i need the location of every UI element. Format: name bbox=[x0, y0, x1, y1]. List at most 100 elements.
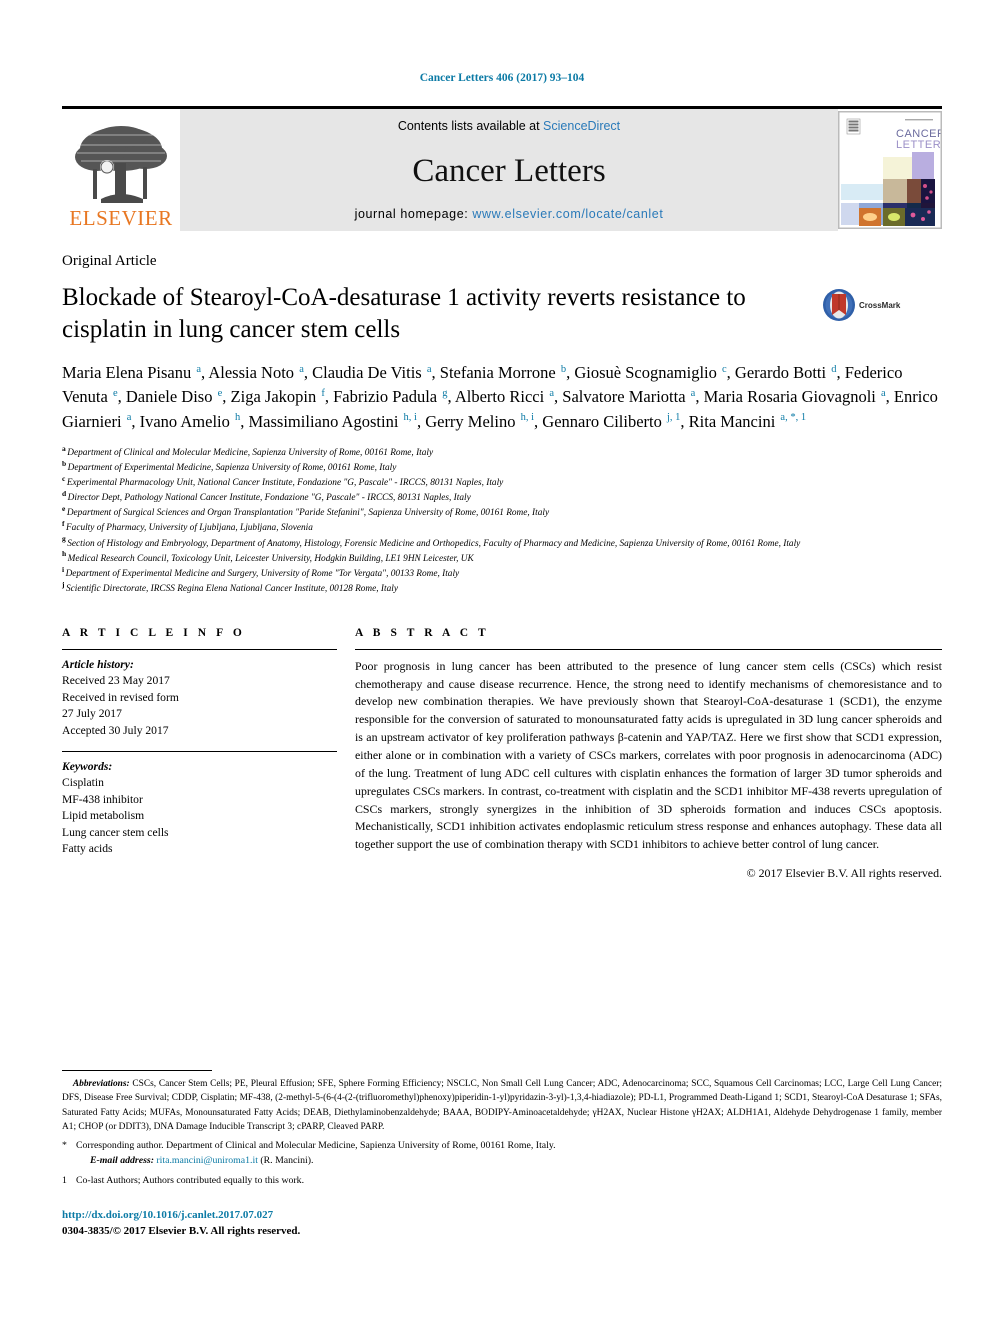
keywords-block: Keywords: Cisplatin MF-438 inhibitor Lipid… bbox=[62, 759, 337, 858]
affiliation-item: e Department of Surgical Sciences and Org… bbox=[62, 505, 942, 521]
article-info-rule bbox=[62, 648, 337, 650]
author-separator: , bbox=[431, 363, 440, 382]
paper-page: Cancer Letters 406 (2017) 93–104 ELSEVIE… bbox=[0, 0, 992, 1323]
affiliation-list: a Department of Clinical and Molecular Me… bbox=[62, 445, 942, 596]
author-name: Stefania Morrone bbox=[439, 363, 560, 382]
abbreviations-label: Abbreviations: bbox=[72, 1079, 130, 1089]
elsevier-wordmark: ELSEVIER bbox=[69, 206, 173, 230]
article-info-column: A R T I C L E I N F O Article history: R… bbox=[62, 627, 337, 881]
crossmark-badge[interactable]: CrossMark bbox=[822, 288, 918, 322]
author-name: Salvatore Mariotta bbox=[562, 387, 690, 407]
author-name: Daniele Diso bbox=[125, 387, 217, 407]
abstract-copyright: © 2017 Elsevier B.V. All rights reserved… bbox=[746, 866, 942, 881]
article-history-line: Received 23 May 2017 bbox=[62, 674, 170, 688]
keyword-lines: Cisplatin MF-438 inhibitor Lipid metabolis… bbox=[62, 775, 337, 857]
crossmark-icon bbox=[823, 289, 855, 321]
affiliation-text: Medical Research Council, Toxicology Uni… bbox=[67, 553, 474, 564]
article-info-heading: A R T I C L E I N F O bbox=[62, 626, 246, 639]
article-history-label: Article history: bbox=[62, 657, 134, 671]
author-separator: , bbox=[303, 363, 313, 382]
author-affiliation-marker: j, 1 bbox=[667, 412, 681, 424]
author-separator: , bbox=[885, 387, 894, 407]
elsevier-tree-icon bbox=[75, 126, 167, 203]
article-history-block: Article history: Received 23 May 2017 Rec… bbox=[62, 657, 337, 739]
email-label: E-mail address: bbox=[90, 1155, 154, 1167]
affiliation-text: Department of Experimental Medicine and … bbox=[65, 568, 460, 579]
keyword-item: Lipid metabolism bbox=[62, 809, 145, 823]
author-name: Gerardo Botti bbox=[734, 363, 831, 382]
author-name: Claudia De Vitis bbox=[312, 363, 426, 382]
author-separator: , bbox=[416, 411, 426, 431]
author-name: Gennaro Ciliberto bbox=[542, 411, 666, 431]
issn-copyright-line: 0304-3835/© 2017 Elsevier B.V. All right… bbox=[62, 1224, 301, 1237]
page-footer: Abbreviations: CSCs, Cancer Stem Cells; … bbox=[62, 1070, 942, 1240]
affiliation-text: Department of Experimental Medicine, Sap… bbox=[67, 463, 397, 474]
journal-title: Cancer Letters bbox=[412, 152, 606, 189]
author-separator: , bbox=[836, 363, 845, 382]
doi-link[interactable]: http://dx.doi.org/10.1016/j.canlet.2017.… bbox=[62, 1208, 942, 1224]
author-name: Alberto Ricci bbox=[454, 387, 549, 407]
svg-text:LETTERS: LETTERS bbox=[896, 139, 941, 151]
affiliation-item: b Department of Experimental Medicine, Sa… bbox=[62, 460, 942, 476]
abstract-body: Poor prognosis in lung cancer has been a… bbox=[355, 658, 942, 852]
author-name: Ivano Amelio bbox=[139, 411, 235, 431]
author-separator: , bbox=[240, 411, 249, 431]
email-link[interactable]: rita.mancini@uniroma1.it bbox=[156, 1155, 258, 1166]
affiliation-item: g Section of Histology and Embryology, De… bbox=[62, 535, 942, 552]
author-name: Rita Mancini bbox=[688, 411, 780, 431]
abbreviations-text: CSCs, Cancer Stem Cells; PE, Pleural Eff… bbox=[62, 1079, 942, 1132]
email-suffix: (R. Mancini). bbox=[257, 1155, 314, 1167]
journal-cover-thumbnail: CANCER LETTERS bbox=[838, 111, 942, 229]
affiliation-text: Department of Clinical and Molecular Med… bbox=[67, 448, 434, 459]
affiliation-item: f Faculty of Pharmacy, University of Ljub… bbox=[62, 520, 942, 536]
affiliation-item: c Experimental Pharmacology Unit, Nationa… bbox=[62, 475, 942, 491]
keyword-item: Lung cancer stem cells bbox=[62, 825, 169, 839]
keyword-item: Cisplatin bbox=[62, 776, 104, 790]
journal-homepage-line: journal homepage: www.elsevier.com/locat… bbox=[355, 207, 664, 221]
keyword-item: Fatty acids bbox=[62, 842, 113, 856]
journal-homepage-link[interactable]: www.elsevier.com/locate/canlet bbox=[472, 207, 663, 221]
affiliation-item: a Department of Clinical and Molecular Me… bbox=[62, 445, 942, 461]
page-content: Cancer Letters 406 (2017) 93–104 ELSEVIE… bbox=[62, 0, 942, 881]
sciencedirect-link[interactable]: ScienceDirect bbox=[543, 119, 620, 133]
author-separator: , bbox=[222, 387, 231, 407]
cover-art-icon: CANCER LETTERS bbox=[839, 112, 941, 228]
affiliation-item: h Medical Research Council, Toxicology Un… bbox=[62, 550, 942, 567]
corresponding-text: Corresponding author. Department of Clin… bbox=[76, 1140, 556, 1152]
journal-masthead: ELSEVIER Contents lists available at Sci… bbox=[62, 106, 942, 231]
abstract-rule bbox=[355, 648, 942, 650]
abbreviations-note: Abbreviations: CSCs, Cancer Stem Cells; … bbox=[62, 1077, 942, 1134]
affiliation-text: Experimental Pharmacology Unit, National… bbox=[66, 478, 504, 489]
affiliation-text: Faculty of Pharmacy, University of Ljubl… bbox=[66, 523, 313, 534]
author-separator: , bbox=[680, 411, 689, 431]
affiliation-item: d Director Dept, Pathology National Cance… bbox=[62, 490, 942, 506]
running-head: Cancer Letters 406 (2017) 93–104 bbox=[419, 72, 585, 84]
author-list: Maria Elena Pisanu a, Alessia Noto a, Cl… bbox=[62, 361, 942, 434]
keywords-label: Keywords: bbox=[62, 759, 113, 773]
colast-authors-note: 1 Co-last Authors; Authors contributed eq… bbox=[62, 1173, 942, 1188]
title-row: Blockade of Stearoyl-CoA-desaturase 1 ac… bbox=[62, 282, 942, 345]
info-abstract-section: A R T I C L E I N F O Article history: R… bbox=[62, 627, 942, 881]
author-name: Maria Rosaria Giovagnoli bbox=[703, 387, 880, 407]
affiliation-item: i Department of Experimental Medicine and… bbox=[62, 565, 942, 582]
affiliation-text: Scientific Directorate, IRCSS Regina Ele… bbox=[66, 583, 398, 594]
author-affiliation-marker: h, i bbox=[403, 412, 417, 424]
keywords-rule bbox=[62, 750, 337, 752]
corresponding-mark: * bbox=[62, 1140, 67, 1152]
author-separator: , bbox=[695, 387, 704, 407]
history-lines: Received 23 May 2017 Received in revised … bbox=[62, 673, 337, 739]
corresponding-author-note: * Corresponding author. Department of Cli… bbox=[62, 1138, 942, 1153]
author-name: Alessia Noto bbox=[208, 363, 299, 382]
author-name: Gerry Melino bbox=[425, 411, 520, 431]
contents-line: Contents lists available at ScienceDirec… bbox=[398, 119, 620, 133]
crossmark-label: CrossMark bbox=[859, 300, 901, 310]
colast-text: Co-last Authors; Authors contributed equ… bbox=[76, 1174, 305, 1186]
author-separator: , bbox=[726, 363, 735, 382]
colast-mark: 1 bbox=[62, 1174, 67, 1186]
homepage-prefix: journal homepage: bbox=[354, 207, 473, 221]
page-title: Blockade of Stearoyl-CoA-desaturase 1 ac… bbox=[62, 284, 746, 343]
author-separator: , bbox=[131, 411, 140, 431]
article-history-line: Accepted 30 July 2017 bbox=[62, 723, 169, 737]
article-history-line: 27 July 2017 bbox=[62, 707, 122, 721]
keyword-item: MF-438 inhibitor bbox=[62, 792, 143, 806]
